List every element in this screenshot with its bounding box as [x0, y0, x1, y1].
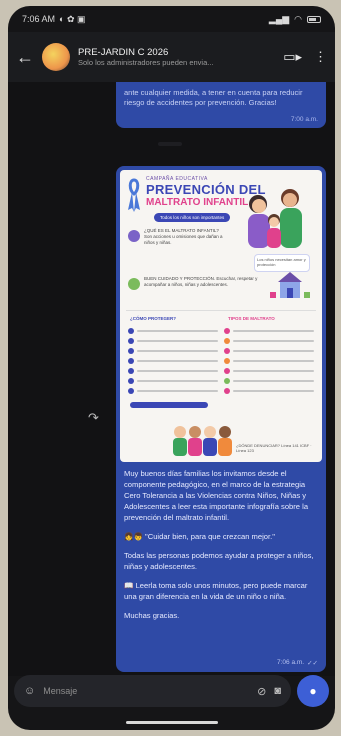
kids-illustration [173, 426, 232, 456]
house-illustration [270, 272, 310, 298]
list-item [128, 346, 218, 356]
video-call-icon[interactable]: ▭▸ [283, 49, 302, 65]
list-item [224, 346, 314, 356]
poster-block-1: ¿QUÉ ES EL MALTRATO INFANTIL? Son accion… [144, 228, 223, 246]
message-time: 7:00 a.m. [290, 115, 318, 123]
poster-list-left [128, 326, 218, 396]
caption-paragraph: Muchas gracias. [124, 611, 180, 620]
poster-divider [126, 310, 316, 311]
caption-paragraph: 📖 Leerla toma solo unos minutos, pero pu… [124, 581, 308, 601]
arrow-left-icon[interactable]: ← [16, 47, 34, 68]
ribbon-icon [128, 178, 140, 212]
forward-icon[interactable]: ↷ [88, 410, 99, 426]
list-item [224, 356, 314, 366]
status-notification-icons: ◐ ✿ ▣ [59, 13, 86, 24]
wifi-icon: ◠ [294, 13, 302, 24]
list-item [224, 386, 314, 396]
message-composer: ☺ Mensaje ⊘ ◙ ● [8, 674, 335, 708]
group-title-area[interactable]: PRE-JARDIN C 2026 Solo los administrador… [78, 47, 275, 67]
poster-highlight-bar [130, 402, 208, 408]
chat-area[interactable]: ante cualquier medida, a tener en cuenta… [8, 82, 335, 676]
list-item [128, 386, 218, 396]
message-caption: Muy buenos días familias los invitamos d… [120, 462, 322, 621]
poster-col-right-head: TIPOS DE MALTRATO [228, 316, 275, 321]
phone-screen: 7:06 AM ◐ ✿ ▣ ▂▄▆ ◠ ← PRE-JARDIN C 2026 … [8, 6, 335, 730]
caption-paragraph: Muy buenos días familias los invitamos d… [124, 469, 309, 522]
poster-list-right [224, 326, 314, 396]
emoji-icon[interactable]: ☺ [24, 685, 35, 697]
divider [158, 142, 182, 146]
message-text: ante cualquier medida, a tener en cuenta… [124, 88, 303, 107]
list-item [224, 326, 314, 336]
poster-footer: ¿DÓNDE DENUNCIAR? Línea 141 ICBF · Línea… [236, 442, 312, 454]
message-time: 7:06 a.m. [276, 659, 305, 666]
more-vert-icon[interactable]: ⋮ [314, 49, 327, 65]
attachment-icon[interactable]: ⊘ [257, 685, 266, 698]
list-item [224, 366, 314, 376]
battery-icon [307, 15, 321, 23]
list-item [128, 356, 218, 366]
list-item [224, 376, 314, 386]
mic-icon[interactable]: ● [297, 675, 329, 707]
poster-tag: Todos los niños son importantes [154, 213, 231, 222]
status-bar: 7:06 AM ◐ ✿ ▣ ▂▄▆ ◠ [8, 6, 335, 32]
group-avatar[interactable] [42, 43, 70, 71]
infographic-image[interactable]: CAMPAÑA EDUCATIVA PREVENCIÓN DEL MALTRAT… [120, 170, 322, 462]
poster-col-left-head: ¿CÓMO PROTEGER? [130, 316, 176, 321]
list-item [128, 326, 218, 336]
message-bubble[interactable]: ante cualquier medida, a tener en cuenta… [116, 82, 326, 128]
double-check-icon: ✓✓ [307, 660, 318, 667]
message-input-box[interactable]: ☺ Mensaje ⊘ ◙ [14, 675, 291, 707]
group-subtitle: Solo los administradores pueden envia... [78, 58, 214, 67]
caption-paragraph: 👧👦 "Cuidar bien, para que crezcan mejor.… [124, 532, 275, 541]
home-indicator [126, 721, 218, 724]
message-bubble-image[interactable]: CAMPAÑA EDUCATIVA PREVENCIÓN DEL MALTRAT… [116, 166, 326, 672]
message-input[interactable]: Mensaje [43, 686, 249, 696]
family-illustration [248, 189, 302, 248]
list-item [128, 376, 218, 386]
caption-paragraph: Todas las personas podemos ayudar a prot… [124, 551, 314, 571]
poster-block-2: BUEN CUIDADO Y PROTECCIÓN. Escuchar, res… [144, 276, 258, 288]
list-item [128, 336, 218, 346]
status-time: 7:06 AM [22, 14, 56, 24]
list-item [224, 336, 314, 346]
camera-icon[interactable]: ◙ [274, 685, 281, 697]
group-name: PRE-JARDIN C 2026 [78, 47, 169, 58]
chat-header: ← PRE-JARDIN C 2026 Solo los administrad… [8, 32, 335, 82]
signal-icon: ▂▄▆ [268, 13, 290, 24]
list-item [128, 366, 218, 376]
